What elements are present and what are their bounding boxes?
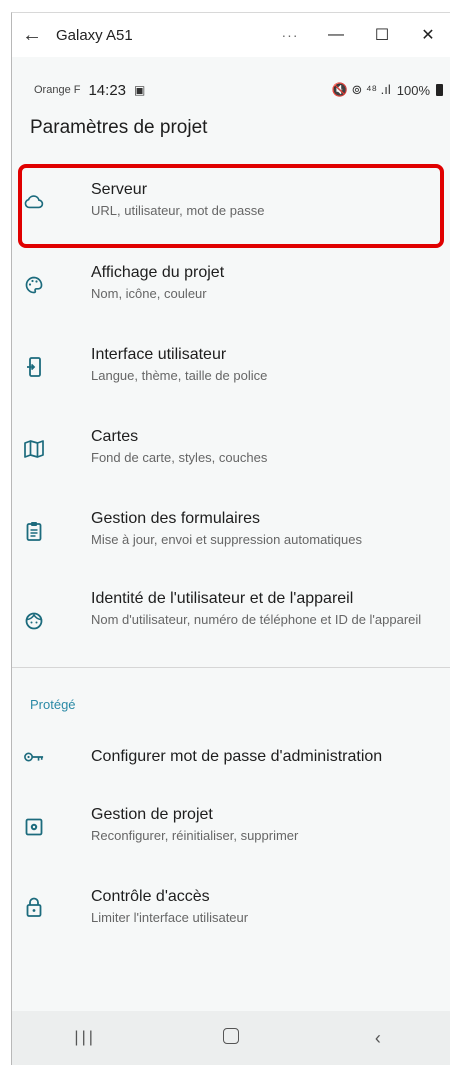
item-title: Affichage du projet xyxy=(91,264,225,281)
window-minimize-button[interactable]: — xyxy=(313,26,359,44)
phone-login-icon xyxy=(24,357,44,377)
settings-item-identite[interactable]: Identité de l'utilisateur et de l'appare… xyxy=(12,589,450,655)
recents-icon[interactable]: ||| xyxy=(55,1029,115,1047)
section-divider xyxy=(12,667,450,668)
lock-icon xyxy=(24,897,44,917)
item-subtitle: Reconfigurer, réinitialiser, supprimer xyxy=(91,828,299,843)
item-title: Identité de l'utilisateur et de l'appare… xyxy=(91,590,354,607)
map-icon xyxy=(24,439,44,459)
settings-item-gestion-projet[interactable]: Gestion de projet Reconfigurer, réinitia… xyxy=(12,805,450,857)
item-title: Cartes xyxy=(91,428,139,445)
section-label-protege: Protégé xyxy=(30,697,76,712)
settings-item-formulaires[interactable]: Gestion des formulaires Mise à jour, env… xyxy=(12,509,450,561)
settings-item-affichage[interactable]: Affichage du projet Nom, icône, couleur xyxy=(12,263,450,315)
item-subtitle: Nom d'utilisateur, numéro de téléphone e… xyxy=(91,612,422,627)
settings-item-controle-acces[interactable]: Contrôle d'accès Limiter l'interface uti… xyxy=(12,887,450,939)
nav-back-icon[interactable]: ‹ xyxy=(348,1028,408,1049)
item-subtitle: Langue, thème, taille de police xyxy=(91,368,268,383)
signal-indicators: 🔇 ⊚ ⁴⁸ .ıl xyxy=(331,82,391,97)
battery-percent: 100% xyxy=(396,82,430,98)
window-maximize-button[interactable]: ☐ xyxy=(359,25,405,45)
phone-status-bar: Orange F 14:23 ▣ 🔇 ⊚ ⁴⁸ .ıl 100% xyxy=(12,75,450,105)
item-title: Configurer mot de passe d'administration xyxy=(91,748,383,765)
item-subtitle: Fond de carte, styles, couches xyxy=(91,450,268,465)
window-title-bar: ← Galaxy A51 ··· — ☐ ✕ xyxy=(12,13,450,57)
settings-item-interface[interactable]: Interface utilisateur Langue, thème, tai… xyxy=(12,345,450,397)
window-more-button[interactable]: ··· xyxy=(267,27,313,43)
carrier-label: Orange F xyxy=(34,84,81,96)
item-title: Gestion de projet xyxy=(91,806,213,823)
settings-box-icon xyxy=(24,817,44,837)
status-clock: 14:23 xyxy=(88,81,127,99)
face-icon xyxy=(24,611,44,631)
item-subtitle: Nom, icône, couleur xyxy=(91,286,207,301)
window-close-button[interactable]: ✕ xyxy=(405,25,450,45)
item-title: Contrôle d'accès xyxy=(91,888,210,905)
clipboard-icon xyxy=(24,521,44,541)
item-title: Interface utilisateur xyxy=(91,346,227,363)
settings-item-cartes[interactable]: Cartes Fond de carte, styles, couches xyxy=(12,427,450,479)
device-window: ← Galaxy A51 ··· — ☐ ✕ Orange F 14:23 ▣ … xyxy=(11,12,450,1065)
battery-icon xyxy=(436,84,443,96)
android-nav-bar: ||| ‹ xyxy=(12,1011,450,1065)
window-title: Galaxy A51 xyxy=(56,26,133,44)
palette-icon xyxy=(24,275,44,295)
window-back-button[interactable]: ← xyxy=(12,24,52,47)
key-icon xyxy=(24,747,44,767)
highlight-box xyxy=(18,164,444,248)
item-subtitle: Limiter l'interface utilisateur xyxy=(91,910,249,925)
item-title: Gestion des formulaires xyxy=(91,510,260,527)
settings-item-admin-password[interactable]: Configurer mot de passe d'administration xyxy=(12,743,450,773)
notification-icon: ▣ xyxy=(134,83,146,97)
page-title: Paramètres de projet xyxy=(30,117,208,138)
home-icon xyxy=(223,1027,240,1044)
item-subtitle: Mise à jour, envoi et suppression automa… xyxy=(91,532,362,547)
home-button[interactable] xyxy=(201,1027,261,1049)
